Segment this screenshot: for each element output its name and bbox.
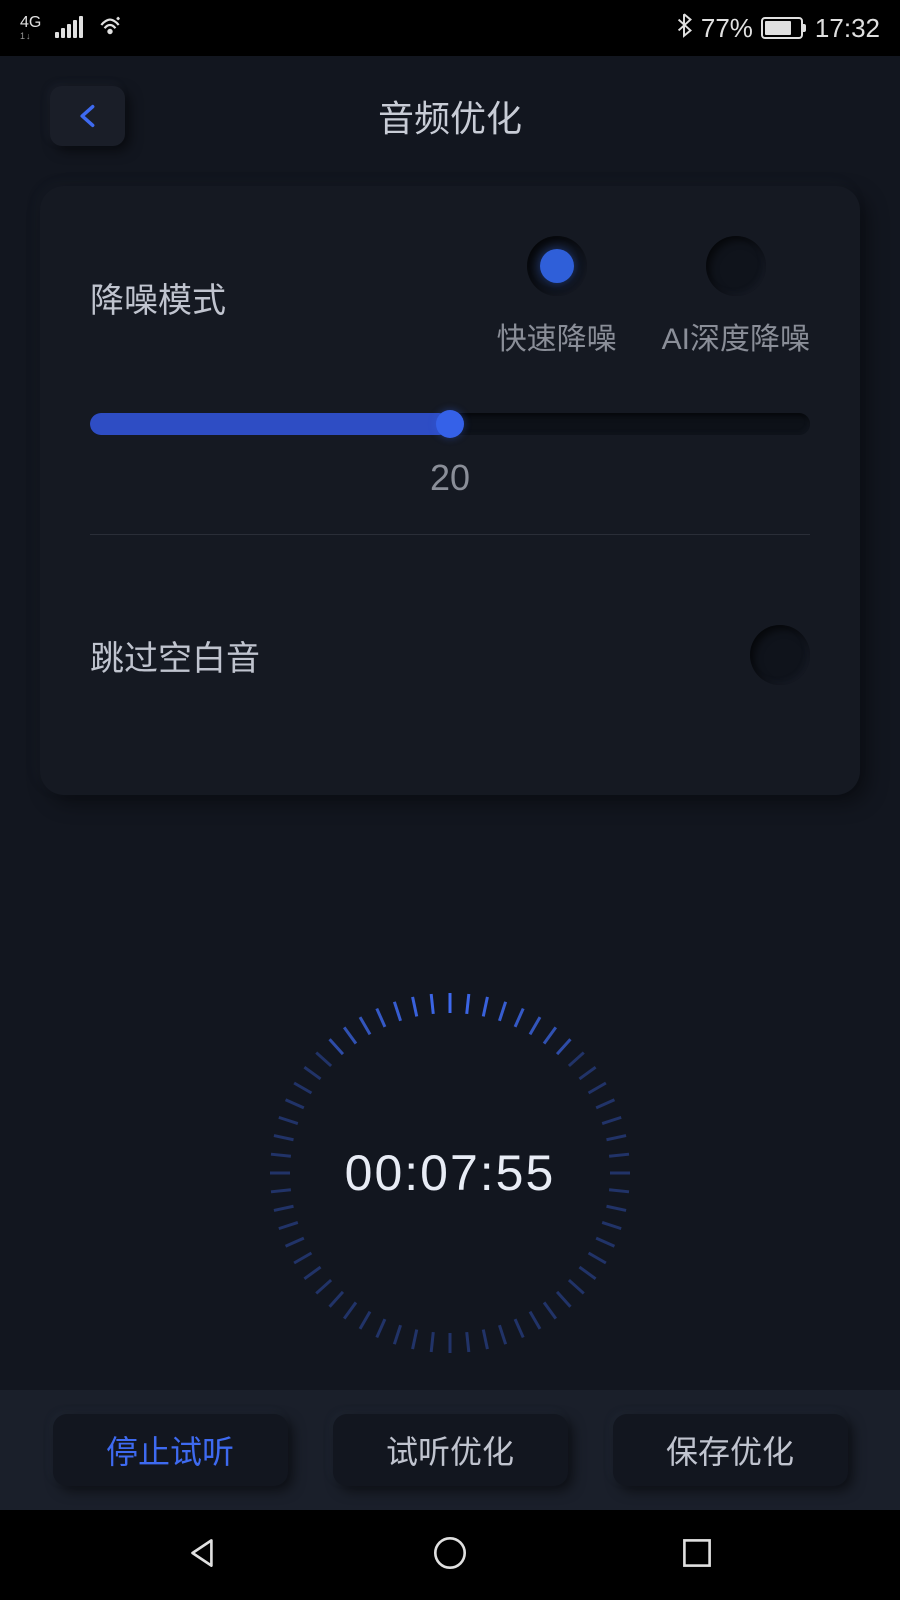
radio-dot-selected: [540, 249, 574, 283]
skip-silence-label: 跳过空白音: [90, 631, 260, 680]
skip-silence-row: 跳过空白音: [90, 625, 810, 685]
signal-bars-icon: [55, 18, 83, 38]
timer-text: 00:07:55: [345, 1144, 556, 1202]
divider: [90, 534, 810, 535]
content-area: 音频优化 降噪模式 快速降噪 AI深度降噪: [0, 56, 900, 1510]
page-title: 音频优化: [378, 90, 522, 142]
status-bar: 4G 1↓ 77% 17:32: [0, 0, 900, 56]
square-recent-icon: [676, 1532, 718, 1574]
radio-option-ai[interactable]: AI深度降噪: [662, 236, 810, 358]
slider-value: 20: [90, 457, 810, 499]
radio-label-fast: 快速降噪: [497, 314, 617, 358]
wifi-icon: [97, 12, 123, 45]
status-left: 4G 1↓: [20, 12, 123, 45]
triangle-back-icon: [182, 1532, 224, 1574]
header: 音频优化: [0, 56, 900, 176]
battery-percent: 77%: [701, 13, 753, 44]
noise-mode-options: 快速降噪 AI深度降噪: [497, 236, 810, 358]
radio-option-fast[interactable]: 快速降噪: [497, 236, 617, 358]
radio-dot-unselected: [719, 249, 753, 283]
stop-preview-button[interactable]: 停止试听: [53, 1414, 288, 1486]
status-right: 77% 17:32: [675, 12, 880, 45]
slider-fill: [90, 413, 450, 435]
save-optimize-button[interactable]: 保存优化: [613, 1414, 848, 1486]
preview-optimize-button[interactable]: 试听优化: [333, 1414, 568, 1486]
slider-thumb[interactable]: [436, 410, 464, 438]
bluetooth-icon: [675, 12, 693, 45]
radio-circle: [706, 236, 766, 296]
chevron-left-icon: [74, 102, 102, 130]
settings-card: 降噪模式 快速降噪 AI深度降噪: [40, 186, 860, 795]
android-nav-bar: [0, 1510, 900, 1600]
circle-home-icon: [429, 1532, 471, 1574]
nav-home-button[interactable]: [429, 1532, 471, 1579]
noise-mode-row: 降噪模式 快速降噪 AI深度降噪: [90, 236, 810, 358]
nav-back-button[interactable]: [182, 1532, 224, 1579]
bottom-action-bar: 停止试听 试听优化 保存优化: [0, 1390, 900, 1510]
noise-slider[interactable]: [90, 413, 810, 435]
timer-dial: 00:07:55: [250, 973, 650, 1373]
network-4g-icon: 4G 1↓: [20, 15, 41, 41]
nav-recent-button[interactable]: [676, 1532, 718, 1579]
battery-icon: [761, 17, 803, 39]
clock-time: 17:32: [815, 13, 880, 44]
toggle-dot: [763, 638, 797, 672]
noise-mode-label: 降噪模式: [90, 273, 226, 322]
noise-slider-container: 20: [90, 413, 810, 499]
radio-circle: [527, 236, 587, 296]
radio-label-ai: AI深度降噪: [662, 314, 810, 358]
skip-silence-toggle[interactable]: [750, 625, 810, 685]
back-button[interactable]: [50, 86, 125, 146]
